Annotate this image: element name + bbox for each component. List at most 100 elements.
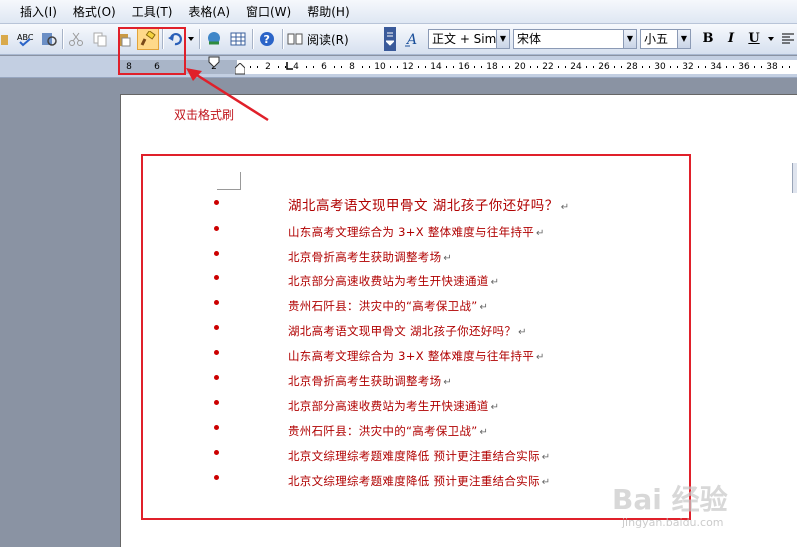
ruler-tick <box>726 66 727 68</box>
ruler-tick <box>649 66 650 68</box>
undo-dropdown-arrow-icon[interactable] <box>186 28 196 50</box>
toolbar-separator <box>282 29 283 49</box>
menu-format[interactable]: 格式(O) <box>65 2 124 22</box>
ruler-tick <box>397 66 398 68</box>
font-size-select[interactable]: 小五 ▼ <box>640 29 691 49</box>
spelling-icon[interactable]: ABC <box>14 28 36 50</box>
reading-mode-button[interactable]: 阅读(R) <box>287 28 353 50</box>
font-size-value: 小五 <box>644 32 669 46</box>
ruler-tick-label: 14 <box>430 62 442 72</box>
ruler-tick <box>593 66 594 68</box>
italic-button[interactable]: I <box>721 29 741 49</box>
document-background <box>0 78 120 547</box>
ruler-tick <box>558 66 559 68</box>
format-painter-highlight-box <box>118 27 186 75</box>
ruler-tick-label: 34 <box>710 62 722 72</box>
ruler-tick-label: 30 <box>654 62 666 72</box>
ruler-tick <box>677 66 678 68</box>
ruler-tick-label: 26 <box>598 62 610 72</box>
ruler-tick-label: 32 <box>682 62 694 72</box>
ruler-tick <box>670 66 671 68</box>
ruler-tick <box>761 66 762 68</box>
ruler-tick <box>453 66 454 68</box>
paste-partial-icon[interactable] <box>0 28 10 50</box>
ruler-tick <box>425 66 426 68</box>
menu-table[interactable]: 表格(A) <box>180 2 238 22</box>
ruler-tick-label: 18 <box>486 62 498 72</box>
vertical-scrollbar[interactable] <box>792 163 797 193</box>
toolbar-separator <box>199 29 200 49</box>
menu-bar: 插入(I) 格式(O) 工具(T) 表格(A) 窗口(W) 帮助(H) <box>0 0 797 24</box>
hyperlink-icon[interactable] <box>203 28 225 50</box>
ruler-tick <box>474 66 475 68</box>
ruler-tick <box>390 66 391 68</box>
font-select[interactable]: 宋体 ▼ <box>513 29 637 49</box>
ruler-tick <box>733 66 734 68</box>
ruler-tick <box>614 66 615 68</box>
svg-text:A: A <box>405 32 417 47</box>
toolbar-separator <box>252 29 253 49</box>
cut-icon[interactable] <box>65 28 87 50</box>
ruler-tick <box>642 66 643 68</box>
style-select[interactable]: 正文 + Sim ▼ <box>428 29 510 49</box>
ruler-tick <box>446 66 447 68</box>
ruler-tick <box>537 66 538 68</box>
bold-button[interactable]: B <box>698 29 718 49</box>
table-icon[interactable] <box>227 28 249 50</box>
reading-mode-label: 阅读(R) <box>307 32 349 47</box>
svg-text:ABC: ABC <box>17 33 34 42</box>
toolbar-separator <box>62 29 63 49</box>
ruler-tick <box>754 66 755 68</box>
ruler-tick <box>705 66 706 68</box>
ruler-tick <box>313 66 314 68</box>
ruler-tick <box>698 66 699 68</box>
ruler-tick <box>789 66 790 68</box>
ruler-tick <box>306 66 307 68</box>
tab-stop-marker-icon[interactable] <box>285 61 295 71</box>
style-select-value: 正文 + Sim <box>432 32 497 46</box>
ruler-tick <box>509 66 510 68</box>
content-highlight-box <box>141 154 691 520</box>
menu-window[interactable]: 窗口(W) <box>238 2 299 22</box>
svg-text:?: ? <box>264 33 270 46</box>
ruler-tick <box>334 66 335 68</box>
baidu-jingyan-watermark: Bai 经验 <box>612 483 728 516</box>
ruler-tick <box>502 66 503 68</box>
research-icon[interactable] <box>38 28 60 50</box>
styles-pane-icon[interactable]: A <box>404 28 426 50</box>
menu-insert[interactable]: 插入(I) <box>12 2 65 22</box>
ruler-tick-label: 6 <box>321 62 327 72</box>
ruler-tick-label: 36 <box>738 62 750 72</box>
annotation-callout: 双击格式刷 <box>174 108 235 122</box>
ruler-tick <box>369 66 370 68</box>
ruler-tick <box>530 66 531 68</box>
chevron-down-icon[interactable]: ▼ <box>623 30 636 48</box>
ruler-tick-label: 10 <box>374 62 386 72</box>
ruler-tick-label: 16 <box>458 62 470 72</box>
book-icon <box>287 33 303 45</box>
chevron-down-icon[interactable]: ▼ <box>677 30 690 48</box>
ruler-tick <box>481 66 482 68</box>
align-left-icon[interactable] <box>778 28 797 50</box>
ruler-tick <box>341 66 342 68</box>
ruler-tick-label: 8 <box>349 62 355 72</box>
font-select-value: 宋体 <box>517 32 542 46</box>
menu-help[interactable]: 帮助(H) <box>299 2 357 22</box>
underline-button[interactable]: U <box>744 29 764 49</box>
copy-icon[interactable] <box>89 28 111 50</box>
ruler-tick <box>586 66 587 68</box>
menu-tools[interactable]: 工具(T) <box>124 2 181 22</box>
toolbar-overflow-icon[interactable] <box>384 27 396 51</box>
ruler-tick <box>621 66 622 68</box>
ruler-tick-label: 28 <box>626 62 638 72</box>
ruler-tick-label: 20 <box>514 62 526 72</box>
watermark-url: jingyan.baidu.com <box>622 516 724 529</box>
underline-dropdown-arrow-icon[interactable] <box>766 28 776 50</box>
ruler-tick <box>782 66 783 68</box>
ruler-tick <box>362 66 363 68</box>
help-icon[interactable]: ? <box>256 28 278 50</box>
ruler-tick-label: 24 <box>570 62 582 72</box>
ruler-tick <box>418 66 419 68</box>
chevron-down-icon[interactable]: ▼ <box>496 30 509 48</box>
ruler-tick-label: 12 <box>402 62 414 72</box>
